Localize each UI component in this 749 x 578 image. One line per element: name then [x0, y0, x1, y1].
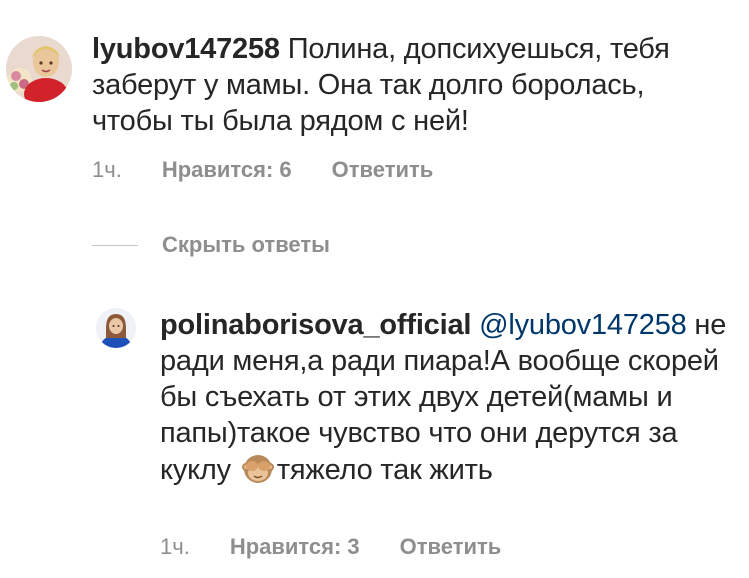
comment-meta: 1ч. Нравится: 6 Ответить — [92, 157, 433, 183]
reply-meta: 1ч. Нравится: 3 Ответить — [160, 534, 501, 560]
commenter-avatar[interactable] — [6, 36, 72, 102]
reply-button[interactable]: Ответить — [332, 157, 434, 183]
hide-replies-button[interactable]: Скрыть ответы — [92, 232, 330, 258]
see-no-evil-monkey-icon — [241, 451, 275, 485]
reply-username[interactable]: polinaborisova_official — [160, 309, 471, 341]
comment-likes[interactable]: Нравится: 6 — [162, 157, 292, 183]
reply-time[interactable]: 1ч. — [160, 534, 190, 560]
comment-time[interactable]: 1ч. — [92, 157, 122, 183]
reply-avatar[interactable] — [96, 308, 136, 348]
divider-line — [92, 244, 138, 246]
reply-likes[interactable]: Нравится: 3 — [230, 534, 360, 560]
reply-text-part2: тяжело так жить — [276, 454, 493, 486]
avatar-woman-flowers-icon — [6, 36, 72, 102]
comment-body: lyubov147258 Полина, допсихуешься, тебя … — [92, 31, 732, 139]
avatar-girl-blue-icon — [96, 308, 136, 348]
reply-body: polinaborisova_official @lyubov147258 не… — [160, 307, 730, 488]
hide-replies-label: Скрыть ответы — [162, 232, 330, 257]
comment-username[interactable]: lyubov147258 — [92, 33, 280, 65]
reply-reply-button[interactable]: Ответить — [400, 534, 502, 560]
reply-mention[interactable]: @lyubov147258 — [479, 309, 687, 341]
